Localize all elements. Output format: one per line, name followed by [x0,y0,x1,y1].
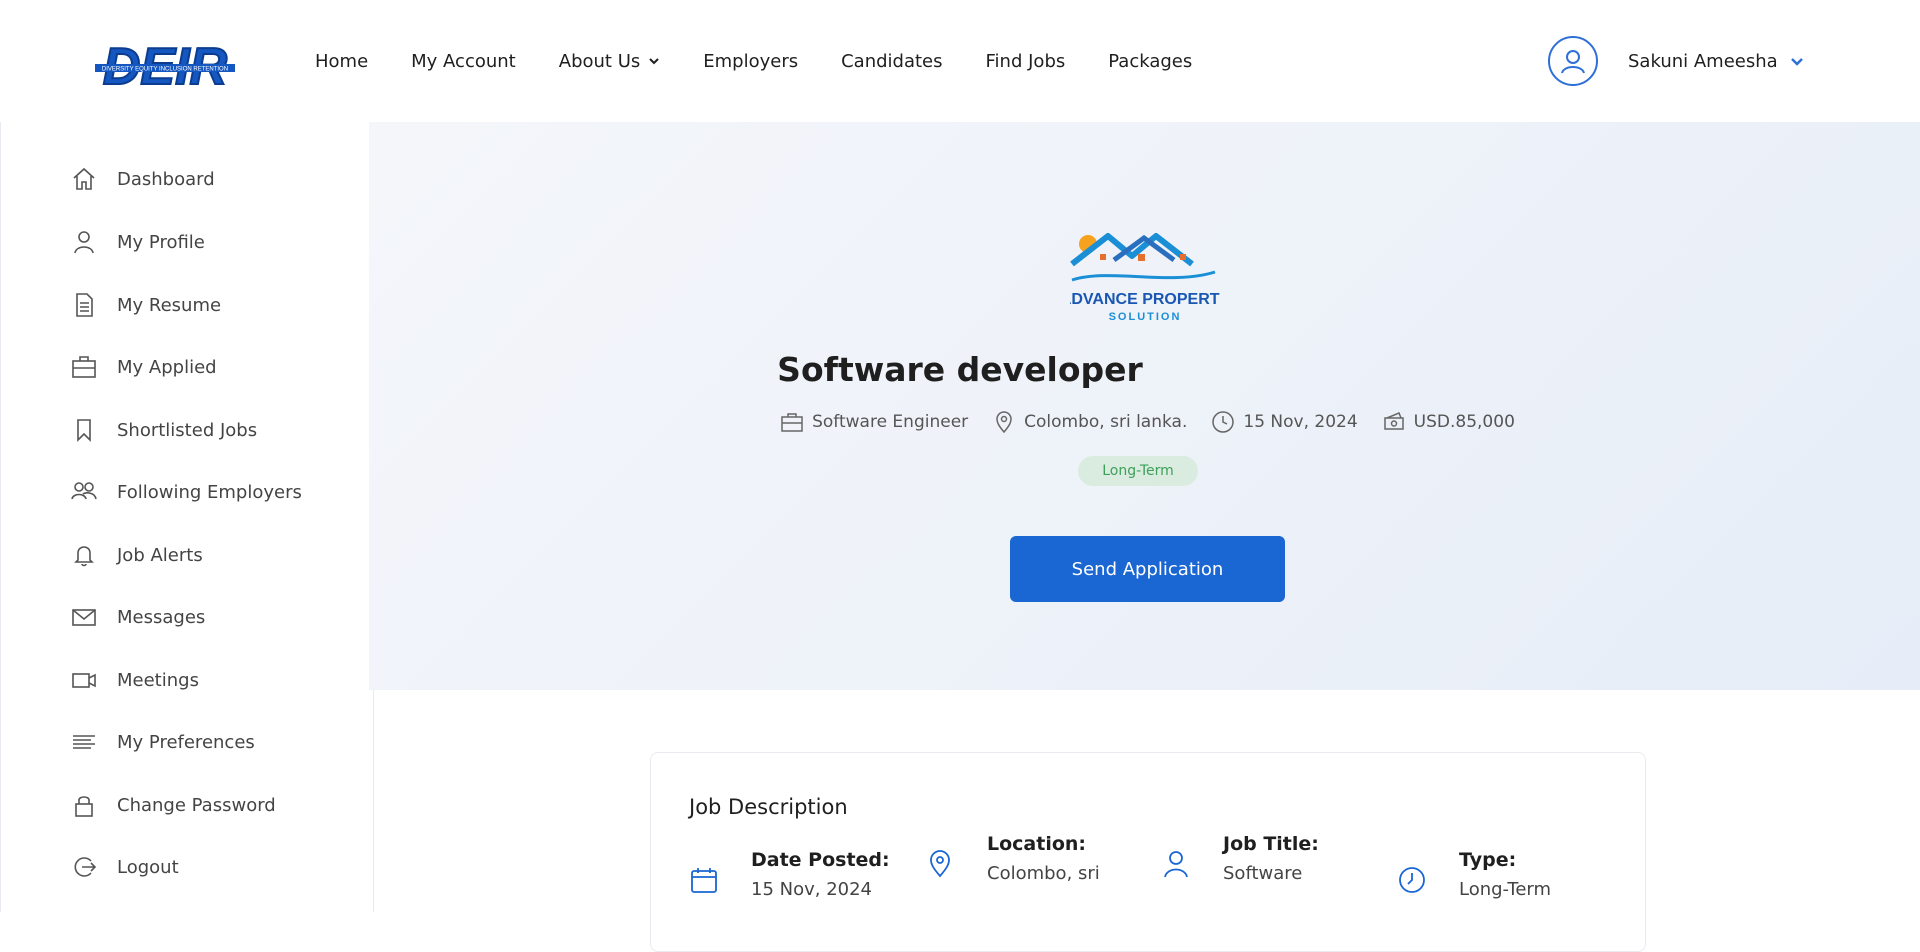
job-title-field: Job Title: Software [1161,833,1319,884]
nav-find-jobs-label: Find Jobs [985,50,1066,72]
nav-packages[interactable]: Packages [1108,51,1192,72]
job-location-text: Colombo, sri lanka. [1024,412,1188,432]
nav-packages-label: Packages [1108,50,1193,72]
date-posted-field: Date Posted: 15 Nov, 2024 [689,849,890,900]
date-posted-value: 15 Nov, 2024 [751,879,873,900]
sidebar-item-following-employers[interactable]: Following Employers [71,479,302,505]
sidebar-item-my-preferences[interactable]: My Preferences [71,729,255,755]
deir-logo[interactable]: DEIR DIVERSITY EQUITY INCLUSION RETENTIO… [95,34,235,104]
main-nav: Home My Account About Us Employers Candi… [315,0,1235,122]
avatar[interactable] [1548,36,1598,86]
type-field: Type: Long-Term [1397,849,1551,900]
lock-icon [75,796,93,817]
nav-home[interactable]: Home [315,51,368,72]
job-title-value: Software [1223,863,1303,884]
sidebar-item-meetings[interactable]: Meetings [71,667,199,693]
sidebar-item-my-profile[interactable]: My Profile [71,229,205,255]
nav-find-jobs[interactable]: Find Jobs [986,51,1066,72]
location-pin-icon [996,411,1012,434]
sidebar-item-change-password[interactable]: Change Password [71,792,276,818]
sidebar-item-label: Change Password [117,794,276,816]
job-date-text: 15 Nov, 2024 [1243,412,1358,432]
sidebar-item-label: My Resume [117,294,222,316]
document-icon [76,293,93,317]
job-description-heading: Job Description [689,795,848,819]
company-logo: ADVANCE PROPERTY SOLUTION [1070,233,1220,323]
chevron-down-icon[interactable] [1790,54,1804,68]
job-date: 15 Nov, 2024 [1211,410,1358,434]
user-avatar-icon [1561,50,1585,74]
sidebar-item-label: Messages [117,606,206,628]
job-type-badge: Long-Term [1078,456,1198,486]
nav-my-account[interactable]: My Account [411,51,516,72]
job-category-text: Software Engineer [812,412,969,432]
sidebar-item-dashboard[interactable]: Dashboard [71,166,215,192]
job-salary-text: USD.85,000 [1413,412,1515,432]
briefcase-icon [781,413,803,432]
sidebar-item-label: My Profile [117,231,205,253]
video-icon [72,673,96,688]
svg-text:ADVANCE PROPERTY: ADVANCE PROPERTY [1070,291,1220,308]
send-application-button[interactable]: Send Application [1010,536,1285,602]
sidebar-item-logout[interactable]: Logout [71,854,179,880]
sidebar-item-label: Dashboard [117,168,215,190]
chevron-down-icon [649,58,659,65]
job-title: Software developer [777,350,1143,389]
sidebar-item-label: Following Employers [117,481,302,503]
sidebar-item-my-resume[interactable]: My Resume [71,292,221,318]
clock-icon [1212,411,1235,433]
nav-my-account-label: My Account [411,50,516,72]
location-label: Location: [987,833,1087,855]
home-icon [73,167,95,190]
user-icon [1164,851,1188,878]
job-hero [369,122,1920,690]
job-title-label: Job Title: [1223,833,1319,855]
mail-icon [72,609,96,626]
nav-candidates[interactable]: Candidates [841,51,942,72]
job-description-card: Job Description Date Posted: 15 Nov, 202… [650,752,1646,952]
location-field: Location: Colombo, sri [925,833,1100,884]
sidebar-item-label: My Preferences [117,731,255,753]
nav-about-us[interactable]: About Us [559,51,661,72]
money-icon [1383,412,1404,430]
top-header: DEIR DIVERSITY EQUITY INCLUSION RETENTIO… [0,0,1920,122]
nav-employers-label: Employers [703,50,799,72]
user-icon [74,231,94,254]
job-category: Software Engineer [780,410,968,434]
type-label: Type: [1459,849,1517,871]
svg-text:SOLUTION: SOLUTION [1109,311,1182,323]
user-menu[interactable]: Sakuni Ameesha [1548,36,1804,86]
sidebar-item-label: Meetings [117,669,199,691]
logout-icon [74,857,97,877]
sidebar-item-messages[interactable]: Messages [71,604,205,630]
users-icon [71,482,97,500]
nav-employers[interactable]: Employers [703,51,798,72]
nav-home-label: Home [315,50,369,72]
lines-icon [73,735,95,749]
job-meta: Software Engineer Colombo, sri lanka. 15… [0,410,1920,434]
nav-candidates-label: Candidates [841,50,943,72]
sidebar-item-label: Job Alerts [117,544,203,566]
location-value: Colombo, sri [987,863,1100,884]
svg-text:DIVERSITY EQUITY INCLUSION RET: DIVERSITY EQUITY INCLUSION RETENTION [102,67,228,73]
nav-about-us-label: About Us [558,50,641,72]
calendar-icon [691,868,717,893]
date-posted-label: Date Posted: [751,849,890,871]
type-value: Long-Term [1459,879,1552,900]
location-pin-icon [930,850,950,878]
sidebar-item-label: Logout [117,856,179,878]
job-location: Colombo, sri lanka. [992,410,1187,434]
clock-icon [1399,867,1425,893]
sidebar-item-job-alerts[interactable]: Job Alerts [71,542,203,568]
job-salary: USD.85,000 [1382,410,1515,434]
sidebar: Dashboard My Profile My Resume My Applie… [0,122,374,912]
user-name[interactable]: Sakuni Ameesha [1628,51,1778,72]
bell-icon [74,546,94,567]
